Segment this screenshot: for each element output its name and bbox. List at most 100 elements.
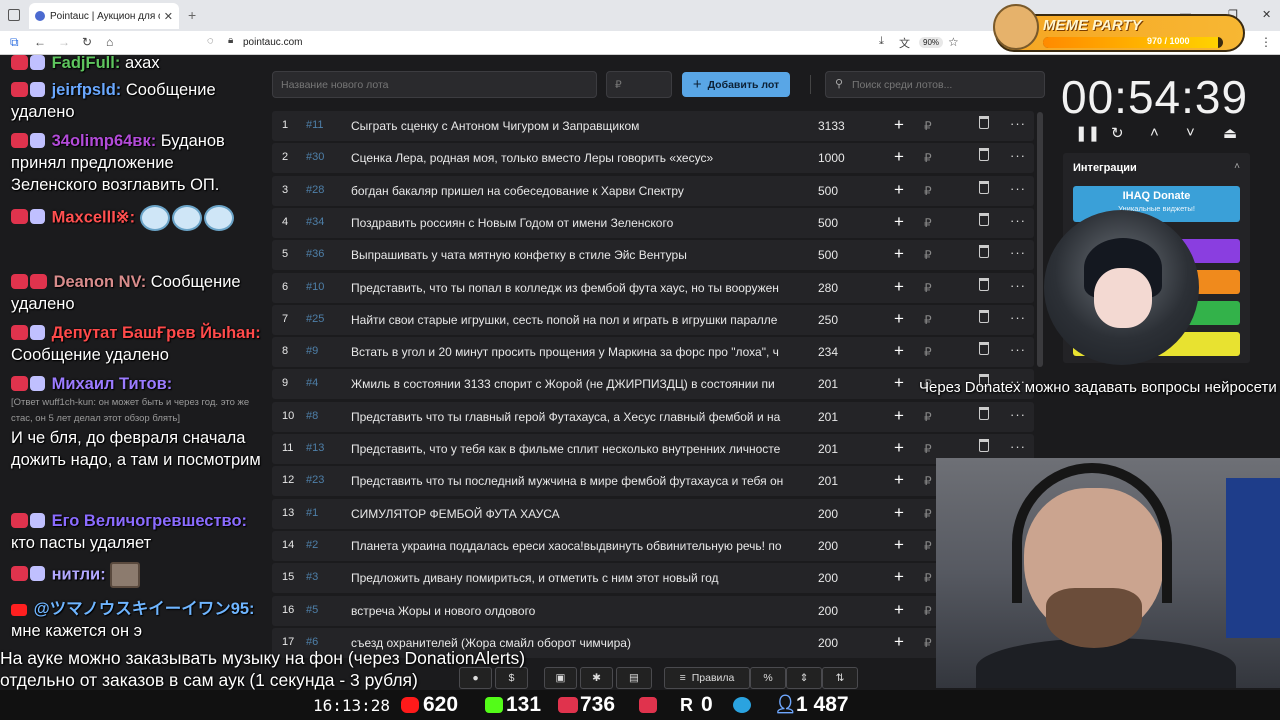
- new-tab-icon[interactable]: +: [188, 7, 196, 23]
- collapse-chevron-icon[interactable]: ˄: [1234, 161, 1240, 172]
- add-amount-icon[interactable]: +: [894, 567, 904, 587]
- back-icon[interactable]: ←: [34, 35, 46, 49]
- add-amount-icon[interactable]: +: [894, 406, 904, 426]
- lot-name[interactable]: Планета украина поддалась ереси хаоса!вы…: [351, 539, 791, 553]
- lot-row[interactable]: 10 #8 Представить что ты главный герой Фут…: [272, 401, 1034, 432]
- double-chevron-up-icon[interactable]: ⏏: [1223, 124, 1237, 142]
- lot-name[interactable]: Предложить дивану помириться, и отметить…: [351, 571, 791, 585]
- more-options-icon[interactable]: ···: [1010, 439, 1026, 454]
- home-icon[interactable]: ⌂: [106, 35, 113, 49]
- lot-row[interactable]: 11 #13 Представить, что у тебя как в фильм…: [272, 434, 1034, 464]
- balance-button[interactable]: ⇕: [786, 667, 822, 689]
- lot-row[interactable]: 3 #28 богдан бакаляр пришел на собеседован…: [272, 175, 1034, 206]
- lot-row[interactable]: 15 #3 Предложить дивану помириться, и отме…: [272, 563, 1034, 594]
- lot-name[interactable]: Представить что ты последний мужчина в м…: [351, 474, 791, 488]
- delete-lot-icon[interactable]: [979, 180, 989, 194]
- more-options-icon[interactable]: ···: [1010, 116, 1026, 131]
- site-info-icon[interactable]: ◌: [207, 35, 214, 47]
- chevron-up-icon[interactable]: ˄: [1150, 124, 1159, 141]
- lots-scrollbar[interactable]: [1037, 112, 1043, 367]
- lot-name[interactable]: Представить, что у тебя как в фильме спл…: [351, 442, 791, 456]
- add-amount-icon[interactable]: +: [894, 115, 904, 135]
- more-options-icon[interactable]: ···: [1010, 342, 1026, 357]
- add-amount-icon[interactable]: +: [894, 632, 904, 652]
- chevron-down-icon[interactable]: ˅: [1186, 124, 1195, 141]
- delete-lot-icon[interactable]: [979, 439, 989, 452]
- pause-icon[interactable]: ❚❚: [1075, 124, 1100, 142]
- lot-row[interactable]: 4 #34 Поздравить россиян с Новым Годом от …: [272, 207, 1034, 238]
- bug-report-button[interactable]: ✱: [580, 667, 613, 689]
- new-lot-input[interactable]: Название нового лота: [272, 71, 597, 98]
- add-lot-button[interactable]: + Добавить лот: [682, 72, 790, 97]
- lot-row[interactable]: 6 #10 Представить, что ты попал в колледж …: [272, 272, 1034, 303]
- tab-close-icon[interactable]: ✕: [164, 10, 173, 23]
- add-amount-icon[interactable]: +: [894, 212, 904, 232]
- delete-lot-icon[interactable]: [979, 277, 989, 291]
- lot-row[interactable]: 2 #30 Сценка Лера, родная моя, только вмес…: [272, 143, 1034, 174]
- bookmark-star-icon[interactable]: ☆: [948, 35, 959, 49]
- more-options-icon[interactable]: ···: [1010, 407, 1026, 422]
- translate-icon[interactable]: 文: [899, 35, 910, 51]
- lot-amount-input[interactable]: ₽: [606, 71, 672, 98]
- more-options-icon[interactable]: ···: [1010, 310, 1026, 325]
- lot-row[interactable]: 16#5встреча Жоры и нового олдового200+₽·…: [272, 595, 1034, 626]
- lot-name[interactable]: Сценка Лера, родная моя, только вместо Л…: [351, 151, 791, 165]
- sidebar-toggle-icon[interactable]: [8, 9, 20, 21]
- lot-name[interactable]: Представить, что ты попал в колледж из ф…: [351, 281, 791, 295]
- browser-tab[interactable]: Pointauc | Аукцион для стриме ✕: [29, 3, 179, 29]
- reload-icon[interactable]: ↻: [82, 35, 92, 49]
- lot-name[interactable]: богдан бакаляр пришел на собеседование к…: [351, 184, 791, 198]
- lot-name[interactable]: Выпрашивать у чата мятную конфетку в сти…: [351, 248, 791, 262]
- delete-lot-icon[interactable]: [979, 148, 989, 162]
- clear-button[interactable]: ▤: [616, 667, 652, 689]
- add-amount-icon[interactable]: +: [894, 180, 904, 200]
- more-options-icon[interactable]: ···: [1010, 148, 1026, 163]
- delete-lot-icon[interactable]: [979, 342, 989, 356]
- lot-row[interactable]: 8 #9 Встать в угол и 20 минут просить прощ…: [272, 337, 1034, 368]
- rules-button[interactable]: ≡ Правила: [664, 667, 750, 689]
- more-options-icon[interactable]: ···: [1010, 278, 1026, 293]
- url-text[interactable]: pointauc.com: [243, 37, 302, 48]
- lot-row[interactable]: 13#1СИМУЛЯТОР ФЕМБОЙ ФУТА ХАУСА200+₽···: [272, 498, 1034, 529]
- lot-name[interactable]: Встать в угол и 20 минут просить прощени…: [351, 345, 791, 359]
- lot-search-input[interactable]: ⚲ Поиск среди лотов...: [825, 71, 1045, 98]
- zoom-level[interactable]: 90%: [919, 37, 944, 48]
- forward-icon[interactable]: →: [58, 35, 70, 49]
- download-page-icon[interactable]: ⤓: [879, 35, 884, 48]
- lot-name[interactable]: встреча Жоры и нового олдового: [351, 604, 791, 618]
- tabs-icon[interactable]: ⧉: [10, 35, 19, 50]
- lot-row[interactable]: 12 #23 Представить что ты последний мужчин…: [272, 466, 1034, 497]
- add-amount-icon[interactable]: +: [894, 147, 904, 167]
- delete-lot-icon[interactable]: [979, 406, 989, 420]
- add-amount-icon[interactable]: +: [894, 244, 904, 264]
- lot-row[interactable]: 14 #2 Планета украина поддалась ереси хаос…: [272, 530, 1034, 561]
- lot-row[interactable]: 7 #25 Найти свои старые игрушки, сесть поп…: [272, 304, 1034, 335]
- lot-name[interactable]: Поздравить россиян с Новым Годом от имен…: [351, 216, 791, 230]
- lot-row[interactable]: 5 #36 Выпрашивать у чата мятную конфетку в…: [272, 240, 1034, 271]
- lot-name[interactable]: Найти свои старые игрушки, сесть попой н…: [351, 313, 791, 327]
- reset-icon[interactable]: ↻: [1111, 124, 1124, 142]
- lot-name[interactable]: Сыграть сценку с Антоном Чигуром и Запра…: [351, 119, 791, 133]
- delete-lot-icon[interactable]: [979, 245, 989, 259]
- lot-row[interactable]: 1 #11 Сыграть сценку с Антоном Чигуром и З…: [272, 111, 1034, 141]
- more-options-icon[interactable]: ···: [1010, 181, 1026, 196]
- lot-name[interactable]: Представить что ты главный герой Футахау…: [351, 410, 791, 424]
- lot-name[interactable]: Жмиль в состоянии 3133 спорит с Жорой (н…: [351, 377, 791, 391]
- delete-lot-icon[interactable]: [979, 116, 989, 129]
- add-amount-icon[interactable]: +: [894, 535, 904, 555]
- window-close-icon[interactable]: ✕: [1262, 8, 1271, 21]
- more-options-icon[interactable]: ···: [1010, 245, 1026, 260]
- save-button[interactable]: ▣: [544, 667, 577, 689]
- delete-lot-icon[interactable]: [979, 212, 989, 226]
- menu-icon[interactable]: ⋮: [1260, 35, 1272, 49]
- add-amount-icon[interactable]: +: [894, 277, 904, 297]
- delete-lot-icon[interactable]: [979, 309, 989, 323]
- lot-name[interactable]: СИМУЛЯТОР ФЕМБОЙ ФУТА ХАУСА: [351, 507, 791, 521]
- percent-button[interactable]: %: [750, 667, 786, 689]
- add-amount-icon[interactable]: +: [894, 438, 904, 458]
- add-amount-icon[interactable]: +: [894, 600, 904, 620]
- sort-button[interactable]: ⇅: [822, 667, 858, 689]
- more-options-icon[interactable]: ···: [1010, 213, 1026, 228]
- add-amount-icon[interactable]: +: [894, 309, 904, 329]
- add-amount-icon[interactable]: +: [894, 373, 904, 393]
